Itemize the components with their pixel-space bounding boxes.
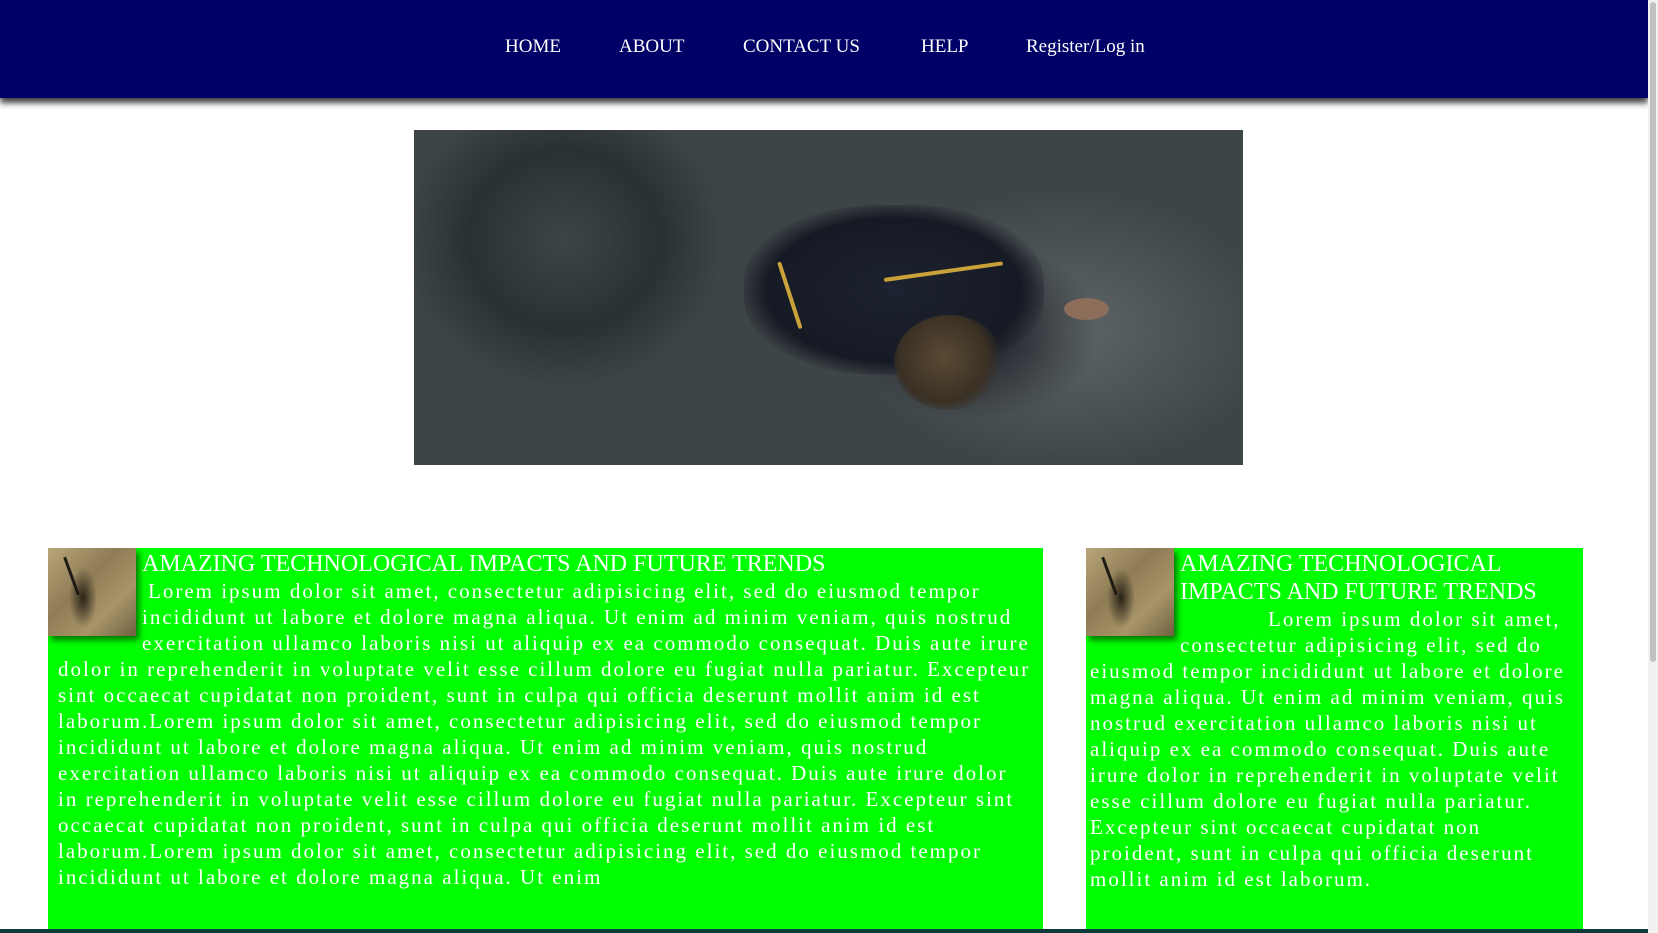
nav-contact-us-link[interactable]: CONTACT US — [743, 36, 860, 58]
hero-head-shape — [894, 315, 1004, 410]
article-card-side: AMAZING TECHNOLOGICAL IMPACTS AND FUTURE… — [1086, 548, 1583, 933]
article-thumbnail-image — [1086, 548, 1174, 636]
bottom-edge-strip — [0, 929, 1648, 933]
nav-help-link[interactable]: HELP — [921, 36, 969, 58]
hero-hand-shape — [1064, 298, 1109, 320]
hero-image — [414, 130, 1243, 465]
nav-register-login-link[interactable]: Register/Log in — [1026, 36, 1145, 58]
nav-about-link[interactable]: ABOUT — [619, 36, 684, 58]
nav-home-link[interactable]: HOME — [505, 36, 561, 58]
article-body: Lorem ipsum dolor sit amet, consectetur … — [48, 578, 1043, 890]
scrollbar-thumb[interactable] — [1650, 2, 1656, 662]
page-scrollbar[interactable] — [1648, 0, 1658, 933]
article-card-main: AMAZING TECHNOLOGICAL IMPACTS AND FUTURE… — [48, 548, 1043, 933]
article-body-text: Lorem ipsum dolor sit amet, consectetur … — [58, 579, 1031, 889]
article-thumbnail-image — [48, 548, 136, 636]
article-title: AMAZING TECHNOLOGICAL IMPACTS AND FUTURE… — [142, 551, 826, 577]
article-body-text: Lorem ipsum dolor sit amet, consectetur … — [1090, 607, 1566, 891]
article-body: Lorem ipsum dolor sit amet, consectetur … — [1086, 606, 1583, 892]
top-navbar: HOME ABOUT CONTACT US HELP Register/Log … — [0, 0, 1648, 98]
nav-menu: HOME ABOUT CONTACT US HELP Register/Log … — [0, 36, 1648, 66]
